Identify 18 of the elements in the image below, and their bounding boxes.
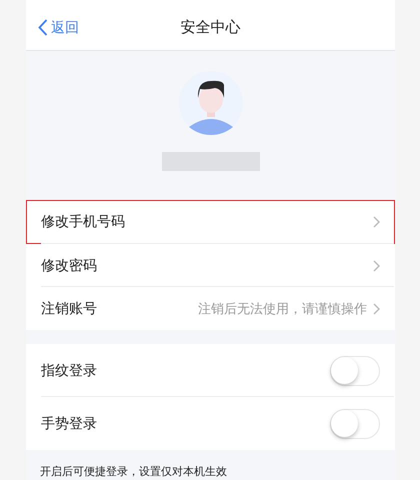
chevron-right-icon	[373, 216, 380, 228]
row-hint: 注销后无法使用，请谨慎操作	[198, 300, 367, 318]
toggle-switch[interactable]	[330, 408, 380, 438]
row-label: 手势登录	[41, 414, 98, 432]
settings-row[interactable]: 注销账号 注销后无法使用，请谨慎操作	[26, 287, 395, 330]
settings-row[interactable]: 修改密码	[26, 244, 395, 287]
footer-note: 开启后可便捷登录，设置仅对本机生效	[39, 464, 228, 479]
chevron-right-icon	[373, 260, 380, 272]
row-label: 指纹登录	[41, 362, 98, 380]
row-label: 注销账号	[41, 300, 98, 318]
page-title: 安全中心	[180, 18, 240, 36]
chevron-right-icon	[373, 302, 380, 314]
back-button[interactable]: 返回	[26, 18, 79, 36]
toggle-switch[interactable]	[330, 356, 380, 386]
row-label: 修改手机号码	[41, 213, 126, 231]
back-chevron-icon	[38, 19, 48, 36]
settings-row[interactable]: 修改手机号码	[26, 200, 395, 244]
row-label: 修改密码	[41, 256, 98, 274]
